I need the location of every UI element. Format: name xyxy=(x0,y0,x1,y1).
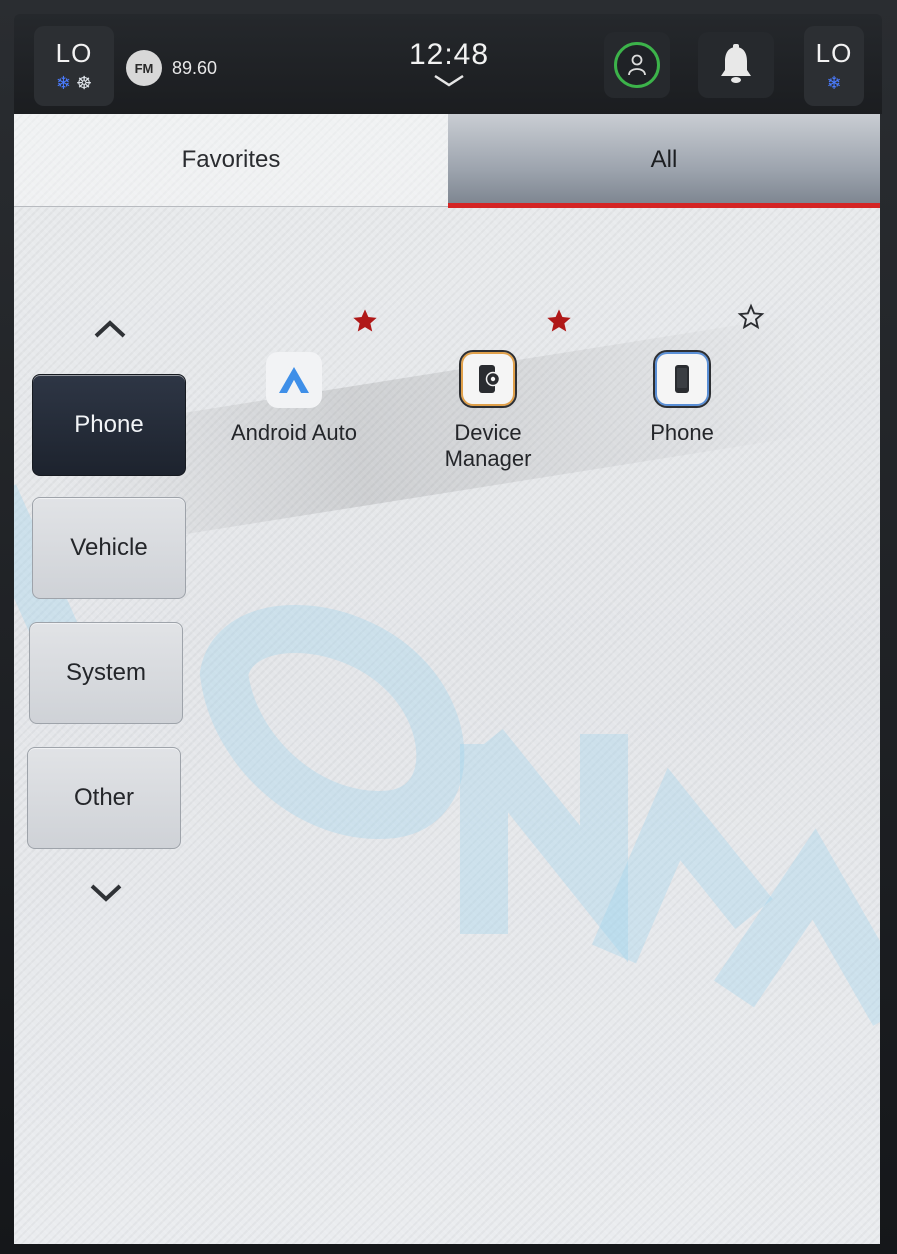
status-bar: LO ❄ ☸ FM 89.60 12:48 LO ❄ xyxy=(14,14,882,114)
favorite-star-phone[interactable] xyxy=(736,302,766,332)
star-filled-icon xyxy=(547,309,571,332)
app-label: Phone xyxy=(650,420,714,445)
steering-wheel-heat-icon: ☸ xyxy=(75,73,93,93)
chevron-down-icon xyxy=(90,884,122,902)
star-filled-icon xyxy=(353,309,377,332)
star-outline-icon xyxy=(737,303,765,330)
favorite-star-device-manager[interactable] xyxy=(544,306,574,336)
device-manager-icon xyxy=(459,350,517,408)
category-system[interactable]: System xyxy=(29,622,183,724)
tab-favorites[interactable]: Favorites xyxy=(14,114,448,206)
fm-band-badge: FM xyxy=(126,50,162,86)
passenger-seat-climate-icons: ❄ xyxy=(804,73,864,94)
clock-time: 12:48 xyxy=(408,38,490,71)
radio-frequency: 89.60 xyxy=(172,57,218,78)
tab-bar: Favorites All xyxy=(14,114,880,208)
category-scroll-up-button[interactable] xyxy=(90,314,130,344)
app-label-line1: Device xyxy=(454,420,522,445)
category-other[interactable]: Other xyxy=(27,747,181,849)
clock-dropdown[interactable]: 12:48 xyxy=(399,38,499,89)
driver-profile-button[interactable] xyxy=(604,32,670,98)
seat-ventilation-icon: ❄ xyxy=(55,73,71,93)
active-tab-indicator xyxy=(448,203,880,208)
chevron-up-icon xyxy=(94,320,126,338)
app-label: Device Manager xyxy=(408,420,568,472)
app-phone[interactable]: Phone xyxy=(602,350,762,446)
tab-all[interactable]: All xyxy=(448,114,880,208)
category-scroll-down-button[interactable] xyxy=(86,878,126,908)
radio-status[interactable]: FM 89.60 xyxy=(126,50,218,86)
chevron-down-icon xyxy=(399,74,499,89)
category-vehicle[interactable]: Vehicle xyxy=(32,497,186,599)
notifications-button[interactable] xyxy=(698,32,774,98)
driver-seat-climate-icons: ❄ ☸ xyxy=(34,73,114,94)
passenger-temperature: LO xyxy=(815,38,853,68)
app-label-line2: Manager xyxy=(444,446,532,471)
seat-ventilation-icon: ❄ xyxy=(826,73,842,93)
apps-screen: Favorites All Phone Vehicle System Other xyxy=(14,114,880,1244)
driver-climate-control[interactable]: LO ❄ ☸ xyxy=(34,26,114,106)
android-auto-icon xyxy=(266,352,322,408)
favorite-star-android-auto[interactable] xyxy=(350,306,380,336)
passenger-climate-control[interactable]: LO ❄ xyxy=(804,26,864,106)
driver-temperature: LO xyxy=(55,38,93,68)
tab-all-label: All xyxy=(650,146,678,173)
driver-profile-icon xyxy=(614,42,660,88)
category-phone[interactable]: Phone xyxy=(32,374,186,476)
app-label: Android Auto xyxy=(231,420,357,445)
app-device-manager[interactable]: Device Manager xyxy=(408,350,568,472)
app-android-auto[interactable]: Android Auto xyxy=(214,352,374,446)
bell-icon xyxy=(721,44,751,83)
phone-app-icon xyxy=(653,350,711,408)
